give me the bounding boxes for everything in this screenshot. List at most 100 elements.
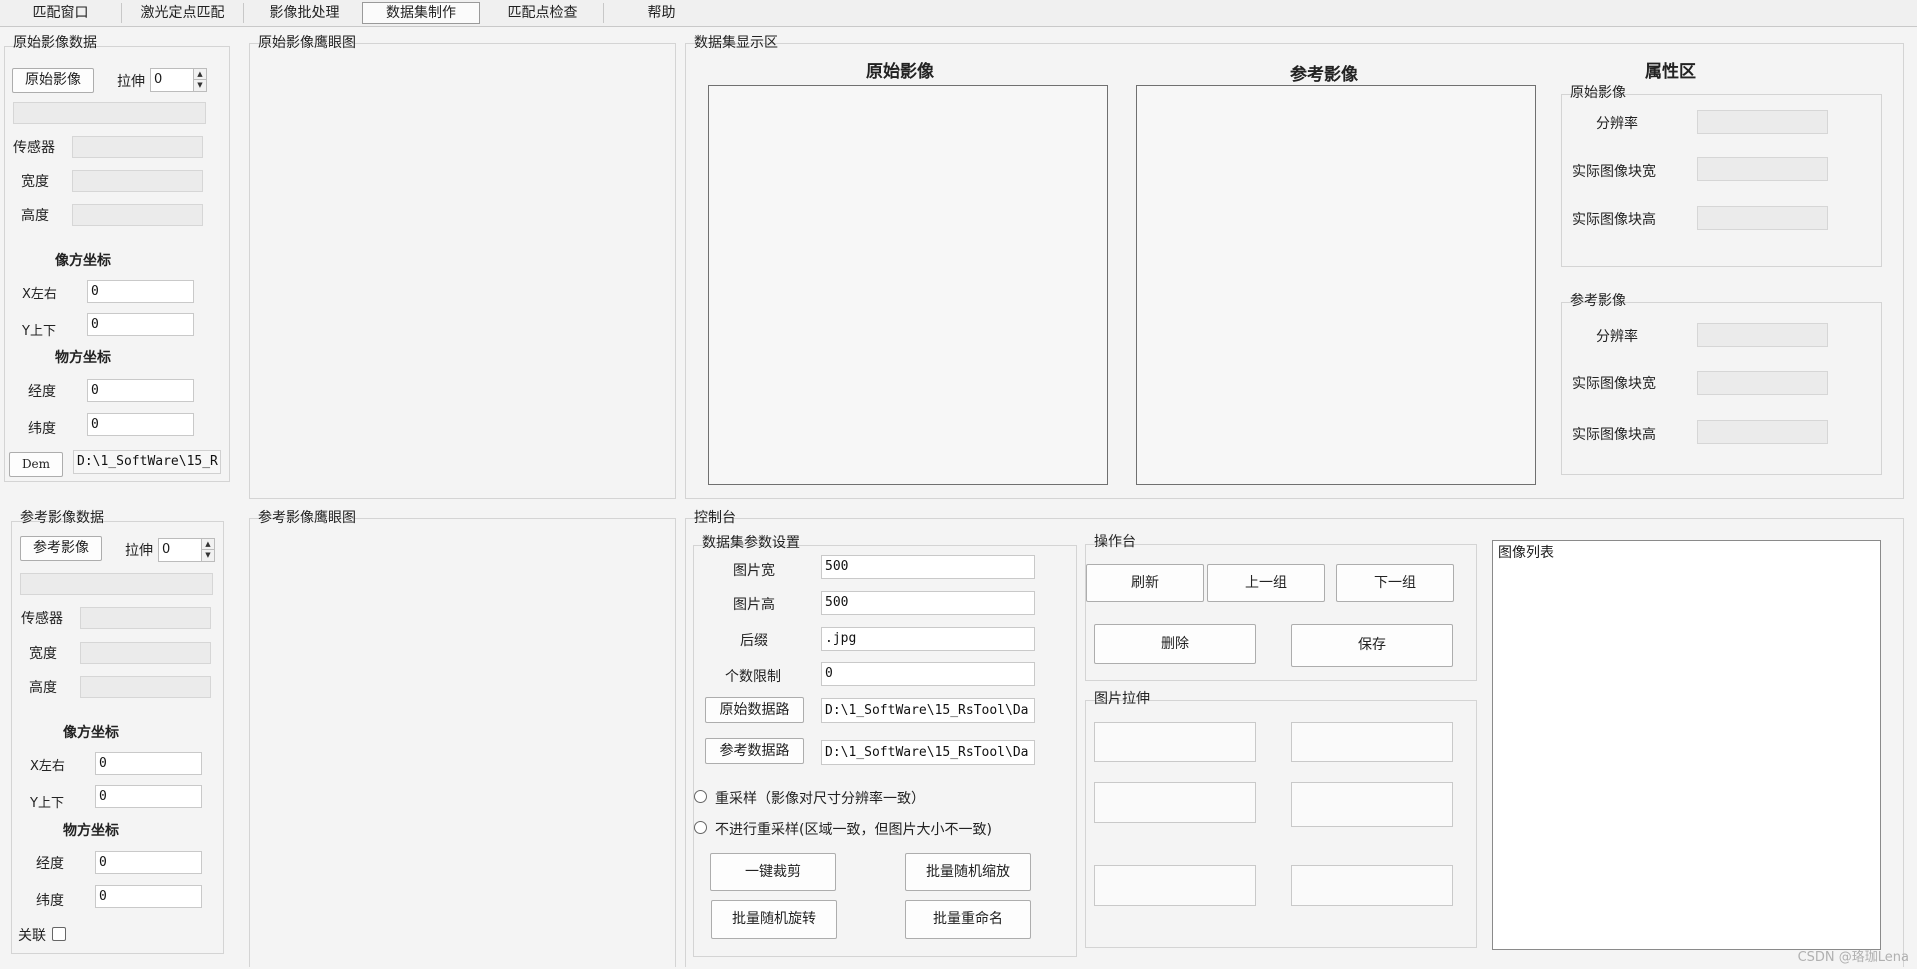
delete-button[interactable]: 删除 xyxy=(1094,624,1256,664)
dem-button[interactable]: Dem xyxy=(9,452,63,477)
batch-random-scale-button[interactable]: 批量随机缩放 xyxy=(905,853,1031,891)
ref-block-height-label: 实际图像块高 xyxy=(1572,427,1656,443)
one-click-crop-button[interactable]: 一键裁剪 xyxy=(710,853,836,891)
stretch-input-1[interactable] xyxy=(1094,722,1256,762)
link-checkbox[interactable] xyxy=(52,927,66,941)
reference-data-path-input[interactable]: D:\1_SoftWare\15_RsTool\Da xyxy=(821,740,1035,765)
tab-laser-point-match[interactable]: 激光定点匹配 xyxy=(122,3,244,23)
original-image-button[interactable]: 原始影像 xyxy=(12,68,94,93)
stretch-value: 0 xyxy=(154,72,163,87)
reference-image-data-title: 参考影像数据 xyxy=(20,510,104,526)
dem-path-input[interactable]: D:\1_SoftWare\15_R xyxy=(73,450,221,474)
ref-stretch-spinbox[interactable]: 0 ▲ ▼ xyxy=(158,538,215,562)
original-image-path-field xyxy=(13,102,206,124)
tab-match-point-check[interactable]: 匹配点检查 xyxy=(482,3,604,23)
ref-latitude-label: 纬度 xyxy=(36,893,64,909)
attr-original-title: 原始影像 xyxy=(1570,85,1626,101)
resample-radio[interactable] xyxy=(694,790,707,803)
previous-group-button[interactable]: 上一组 xyxy=(1207,564,1325,602)
link-label: 关联 xyxy=(18,928,46,944)
count-limit-label: 个数限制 xyxy=(725,669,781,685)
stretch-input-4[interactable] xyxy=(1291,782,1453,827)
stretch-input-2[interactable] xyxy=(1291,722,1453,762)
longitude-input[interactable]: 0 xyxy=(87,379,194,402)
longitude-label: 经度 xyxy=(28,384,56,400)
no-resample-radio[interactable] xyxy=(694,821,707,834)
suffix-label: 后缀 xyxy=(740,633,768,649)
orig-block-width-field xyxy=(1697,157,1828,181)
stretch-spinbox[interactable]: 0 ▲ ▼ xyxy=(150,68,207,92)
reference-image-button[interactable]: 参考影像 xyxy=(20,536,102,561)
ref-width-label: 宽度 xyxy=(29,646,57,662)
orig-resolution-field xyxy=(1697,110,1828,134)
orig-block-height-label: 实际图像块高 xyxy=(1572,212,1656,228)
tab-match-window[interactable]: 匹配窗口 xyxy=(0,3,122,23)
ref-y-input[interactable]: 0 xyxy=(95,785,202,808)
orig-resolution-label: 分辨率 xyxy=(1596,116,1638,132)
y-input[interactable]: 0 xyxy=(87,313,194,336)
reference-overview-group xyxy=(249,518,676,967)
attr-reference-title: 参考影像 xyxy=(1570,293,1626,309)
original-image-data-title: 原始影像数据 xyxy=(13,35,97,51)
height-label: 高度 xyxy=(21,208,49,224)
ref-block-width-field xyxy=(1697,371,1828,395)
watermark: CSDN @珞珈Lena xyxy=(1797,950,1909,965)
ref-height-field xyxy=(80,676,211,698)
stretch-input-5[interactable] xyxy=(1094,865,1256,906)
suffix-input[interactable]: .jpg xyxy=(821,627,1035,651)
ref-resolution-field xyxy=(1697,323,1828,347)
ref-block-width-label: 实际图像块宽 xyxy=(1572,376,1656,392)
sensor-label: 传感器 xyxy=(13,140,55,156)
save-button[interactable]: 保存 xyxy=(1291,624,1453,667)
original-image-preview xyxy=(708,85,1108,485)
reference-image-preview xyxy=(1136,85,1536,485)
stretch-input-3[interactable] xyxy=(1094,782,1256,823)
ref-x-label: X左右 xyxy=(30,759,65,774)
next-group-button[interactable]: 下一组 xyxy=(1336,564,1454,602)
no-resample-option-label: 不进行重采样(区域一致，但图片大小不一致) xyxy=(715,822,992,838)
sensor-field xyxy=(72,136,203,158)
ref-longitude-input[interactable]: 0 xyxy=(95,851,202,874)
latitude-input[interactable]: 0 xyxy=(87,413,194,436)
operation-console-title: 操作台 xyxy=(1094,534,1136,550)
spin-down-icon[interactable]: ▼ xyxy=(193,79,206,91)
ref-y-label: Y上下 xyxy=(30,796,64,811)
ref-x-input[interactable]: 0 xyxy=(95,752,202,775)
image-list-box[interactable]: 图像列表 xyxy=(1492,540,1881,950)
count-limit-input[interactable]: 0 xyxy=(821,662,1035,686)
stretch-label: 拉伸 xyxy=(117,74,145,90)
image-height-label: 图片高 xyxy=(733,597,775,613)
pixel-coord-heading: 像方坐标 xyxy=(55,253,111,269)
image-list-title: 图像列表 xyxy=(1498,545,1554,561)
ref-stretch-label: 拉伸 xyxy=(125,543,153,559)
original-overview-title: 原始影像鹰眼图 xyxy=(258,35,356,51)
batch-rename-button[interactable]: 批量重命名 xyxy=(905,900,1031,939)
ref-object-coord-heading: 物方坐标 xyxy=(63,823,119,839)
stretch-input-6[interactable] xyxy=(1291,865,1453,906)
image-stretch-title: 图片拉伸 xyxy=(1094,691,1150,707)
reference-overview-title: 参考影像鹰眼图 xyxy=(258,510,356,526)
ref-latitude-input[interactable]: 0 xyxy=(95,885,202,908)
ref-block-height-field xyxy=(1697,420,1828,444)
menu-tab-bar: 匹配窗口 激光定点匹配 影像批处理 数据集制作 匹配点检查 帮助 xyxy=(0,0,1917,27)
original-data-path-input[interactable]: D:\1_SoftWare\15_RsTool\Da xyxy=(821,698,1035,723)
original-data-path-button[interactable]: 原始数据路 xyxy=(705,697,804,723)
refresh-button[interactable]: 刷新 xyxy=(1086,564,1204,602)
tab-help[interactable]: 帮助 xyxy=(604,3,719,23)
ref-sensor-label: 传感器 xyxy=(21,611,63,627)
tab-batch-processing[interactable]: 影像批处理 xyxy=(244,3,366,23)
ref-width-field xyxy=(80,642,211,664)
ref-resolution-label: 分辨率 xyxy=(1596,329,1638,345)
reference-data-path-button[interactable]: 参考数据路 xyxy=(705,738,804,764)
reference-image-header: 参考影像 xyxy=(1290,65,1358,85)
dataset-display-title: 数据集显示区 xyxy=(694,35,778,51)
x-input[interactable]: 0 xyxy=(87,280,194,303)
original-overview-group xyxy=(249,43,676,499)
resample-option-label: 重采样（影像对尺寸分辨率一致） xyxy=(715,791,925,807)
spin-down-icon[interactable]: ▼ xyxy=(201,549,214,561)
image-height-input[interactable]: 500 xyxy=(821,591,1035,615)
batch-random-rotate-button[interactable]: 批量随机旋转 xyxy=(711,900,837,939)
tab-dataset-making[interactable]: 数据集制作 xyxy=(362,2,480,24)
width-label: 宽度 xyxy=(21,174,49,190)
image-width-input[interactable]: 500 xyxy=(821,555,1035,579)
